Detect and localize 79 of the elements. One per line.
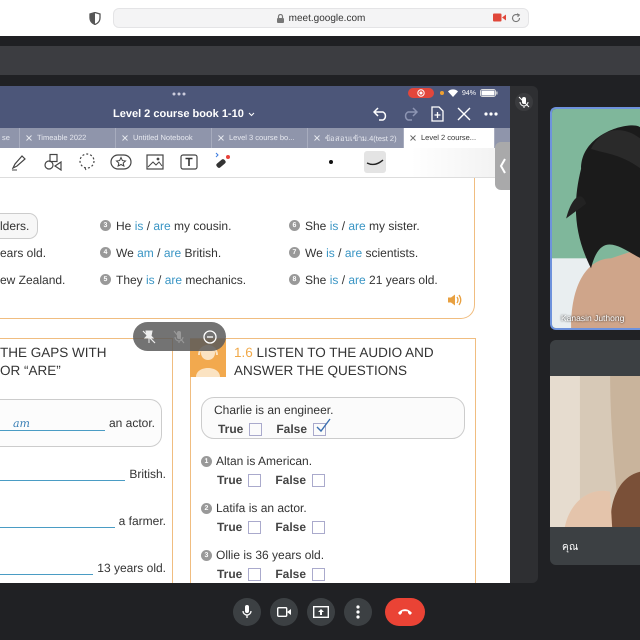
status-dot-icon <box>440 91 444 95</box>
sentence-text: We am / are British. <box>116 246 222 260</box>
false-label: False <box>276 422 308 436</box>
true-label: True <box>218 422 244 436</box>
sentence-text: They is / are mechanics. <box>116 272 246 286</box>
participant-name: คุณ <box>562 540 578 554</box>
phone-icon <box>397 608 413 616</box>
camera-icon <box>277 606 291 616</box>
lock-icon <box>276 14 284 22</box>
sentence-text: She is / are my sister. <box>305 218 420 232</box>
sentence-text: ears old. <box>0 246 46 260</box>
present-screen-button[interactable] <box>307 598 335 626</box>
camera-button[interactable] <box>270 598 298 626</box>
example-answer: lders. <box>0 212 38 238</box>
sentence-text: 13 years old. <box>97 561 166 575</box>
handwritten-answer: am <box>13 416 30 430</box>
statement-text: Latifa is an actor. <box>216 501 307 515</box>
camera-icon[interactable] <box>493 13 506 22</box>
undo-icon[interactable] <box>373 107 389 121</box>
false-checkbox[interactable] <box>312 520 326 534</box>
statement-text: Ollie is 36 years old. <box>216 548 324 562</box>
microphone-icon <box>242 604 252 618</box>
more-icon <box>356 604 360 618</box>
star-sticker-icon <box>110 154 132 170</box>
sentence-text: an actor. <box>108 416 155 430</box>
present-icon <box>313 606 329 618</box>
sentence-text: ew Zealand. <box>0 272 66 286</box>
true-checkbox[interactable] <box>249 422 262 436</box>
collapse-icon[interactable] <box>457 107 471 121</box>
shapes-icon <box>44 153 62 172</box>
end-call-button[interactable] <box>385 598 425 626</box>
true-label: True <box>217 520 242 534</box>
redo-icon[interactable] <box>402 107 418 121</box>
false-checkbox[interactable] <box>312 474 326 486</box>
true-label: True <box>217 567 242 581</box>
true-checkbox[interactable] <box>248 474 262 486</box>
caret-icon[interactable] <box>248 112 255 116</box>
stroke-tool[interactable] <box>364 151 386 174</box>
exercise-heading: 1.6 LISTEN TO THE AUDIO AND ANSWER THE QUESTIONS <box>234 344 434 380</box>
mic-off-icon <box>515 93 533 111</box>
sentence-text: We is / are scientists. <box>305 246 418 260</box>
sentence-text: a farmer. <box>118 514 166 528</box>
address-bar[interactable]: meet.google.com <box>113 8 529 28</box>
document-title[interactable]: Level 2 course book 1-10 <box>113 108 244 120</box>
close-icon[interactable] <box>410 134 416 141</box>
more-options-button[interactable] <box>344 598 372 626</box>
stroke-icon <box>366 157 384 168</box>
shapes-tool[interactable] <box>42 151 64 174</box>
false-label: False <box>275 473 306 487</box>
image-icon <box>146 154 164 170</box>
sentence-text: British. <box>129 467 166 481</box>
dot-icon <box>328 159 334 166</box>
sidebar-handle[interactable] <box>495 142 510 190</box>
highlighter-icon <box>10 153 28 172</box>
lasso-icon <box>78 153 96 172</box>
wifi-icon <box>448 89 458 97</box>
statement-text: Charlie is an engineer. <box>214 403 334 417</box>
sentence-text: She is / are 21 years old. <box>305 272 438 286</box>
true-checkbox[interactable] <box>248 568 262 580</box>
true-checkbox[interactable] <box>248 520 262 534</box>
text-box-icon <box>180 154 198 170</box>
unpin-icon[interactable] <box>142 330 156 344</box>
false-label: False <box>275 520 306 534</box>
add-page-icon[interactable] <box>431 106 444 122</box>
more-icon[interactable] <box>484 112 498 116</box>
battery-icon <box>480 89 498 97</box>
exercise-heading: OR “ARE” <box>0 362 62 380</box>
shield-icon[interactable] <box>89 12 101 24</box>
sentence-text: He is / are my cousin. <box>116 218 232 232</box>
fill-in-line[interactable]: am <box>0 416 105 430</box>
statement-text: Altan is American. <box>216 454 312 468</box>
false-label: False <box>275 567 306 581</box>
minimize-icon[interactable] <box>203 330 218 344</box>
reload-icon[interactable] <box>511 13 521 23</box>
false-checkbox[interactable] <box>312 568 326 580</box>
more-dots-icon[interactable] <box>172 92 186 96</box>
microphone-button[interactable] <box>233 598 261 626</box>
exercise-heading: THE GAPS WITH <box>0 344 108 362</box>
true-label: True <box>217 473 242 487</box>
